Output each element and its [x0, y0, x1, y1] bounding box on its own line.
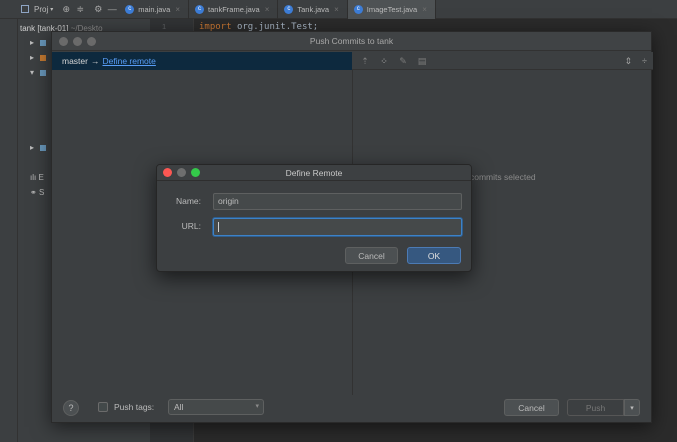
ok-button[interactable]: OK [407, 247, 461, 264]
project-icon [21, 4, 29, 13]
push-dialog-title: Push Commits to tank [309, 36, 394, 46]
help-button[interactable]: ? [63, 400, 79, 416]
branch-row[interactable]: master → Define remote [52, 52, 352, 70]
push-header: master → Define remote ⇡ ⁘ ✎ ▤ ⇕ ÷ [52, 52, 653, 70]
folder-icon [40, 54, 47, 61]
screen: Proj ▾ ⊕ ≑ ⚙ — c main.java × c tankFrame… [0, 0, 677, 442]
chevron-down-icon: ▾ [50, 6, 54, 13]
scratches-icon: ⚭ [30, 188, 37, 197]
push-button[interactable]: Push [567, 399, 624, 416]
tab-label: Tank.java [297, 4, 330, 14]
class-icon: c [195, 4, 205, 14]
class-icon: c [353, 4, 363, 14]
line-number: 1 [162, 22, 167, 31]
branch-name: master [62, 56, 88, 66]
tree-row[interactable]: ▸ [30, 38, 47, 47]
class-icon: c [125, 4, 135, 14]
expand-all-icon[interactable]: ⇕ [625, 56, 633, 67]
define-remote-dialog: Define Remote Name: origin URL: Cancel O… [156, 164, 472, 272]
libraries-icon: ılı [30, 173, 37, 182]
close-icon[interactable]: × [334, 5, 339, 14]
tree-row[interactable]: ▾ [30, 68, 47, 77]
diff-icon[interactable]: ▤ [417, 56, 427, 67]
minimize-window-button[interactable] [177, 168, 186, 177]
zoom-window-button[interactable] [191, 168, 200, 177]
minimize-icon[interactable]: — [105, 0, 119, 19]
edit-icon[interactable]: ✎ [398, 56, 408, 67]
window-controls [163, 168, 200, 177]
name-input[interactable]: origin [213, 193, 462, 210]
group-icon[interactable]: ⁘ [379, 56, 389, 67]
name-value: origin [218, 196, 239, 206]
collapse-icon[interactable]: ≑ [73, 0, 87, 19]
url-label: URL: [181, 221, 201, 231]
name-label: Name: [175, 196, 201, 206]
tool-window-strip [0, 19, 18, 442]
push-tags-select[interactable]: All ▾ [168, 399, 264, 415]
gear-icon[interactable]: ⚙ [91, 0, 105, 19]
window-controls [59, 37, 96, 46]
folder-icon [40, 144, 47, 151]
text-caret [218, 221, 219, 232]
close-icon[interactable]: × [175, 5, 180, 14]
collapse-all-icon[interactable]: ÷ [642, 56, 647, 66]
tab-tank-java[interactable]: c Tank.java × [278, 0, 348, 19]
tree-toolbar: ⇕ ÷ [625, 52, 648, 70]
project-label: Proj [34, 4, 49, 14]
tree-row-external-libraries[interactable]: ılı E [30, 173, 44, 182]
zoom-window-button[interactable] [87, 37, 96, 46]
folder-icon [40, 39, 47, 46]
close-icon[interactable]: × [265, 5, 270, 14]
close-icon[interactable]: × [422, 5, 427, 14]
tree-row-scratches[interactable]: ⚭ S [30, 188, 44, 197]
cherry-pick-icon[interactable]: ⇡ [360, 56, 370, 67]
ide-toolbar: Proj ▾ ⊕ ≑ ⚙ — c main.java × c tankFrame… [0, 0, 677, 19]
push-footer: ? Push tags: All ▾ Cancel Push ▾ [52, 395, 651, 423]
define-remote-link[interactable]: Define remote [102, 56, 155, 66]
tree-row[interactable]: ▸ [30, 143, 47, 152]
folder-icon [40, 69, 47, 76]
no-commits-message: commits selected [470, 172, 536, 182]
cancel-button[interactable]: Cancel [345, 247, 398, 264]
tab-imagetest-java[interactable]: c ImageTest.java × [347, 0, 436, 19]
minimize-window-button[interactable] [73, 37, 82, 46]
tab-label: ImageTest.java [366, 4, 418, 14]
target-icon[interactable]: ⊕ [59, 0, 73, 19]
push-tags-value: All [174, 402, 184, 412]
push-options-chevron-icon[interactable]: ▾ [624, 399, 640, 416]
chevron-down-icon: ▾ [255, 403, 259, 410]
url-input[interactable] [213, 218, 462, 236]
define-remote-title: Define Remote [285, 167, 343, 178]
tab-tankframe-java[interactable]: c tankFrame.java × [189, 0, 279, 19]
push-tags-checkbox[interactable] [98, 402, 108, 412]
define-remote-titlebar: Define Remote [157, 165, 471, 181]
push-dialog-titlebar: Push Commits to tank [52, 32, 651, 51]
tab-label: main.java [138, 4, 171, 14]
class-icon: c [284, 4, 294, 14]
cancel-button[interactable]: Cancel [504, 399, 559, 416]
tab-label: tankFrame.java [208, 4, 260, 14]
commit-toolbar: ⇡ ⁘ ✎ ▤ [356, 52, 427, 70]
arrow-icon: → [90, 56, 100, 66]
project-view-button[interactable]: Proj ▾ [0, 0, 59, 19]
close-window-button[interactable] [163, 168, 172, 177]
close-window-button[interactable] [59, 37, 68, 46]
tab-main-java[interactable]: c main.java × [119, 0, 190, 19]
tree-row[interactable]: ▸ [30, 53, 47, 62]
push-tags-label: Push tags: [114, 402, 155, 412]
